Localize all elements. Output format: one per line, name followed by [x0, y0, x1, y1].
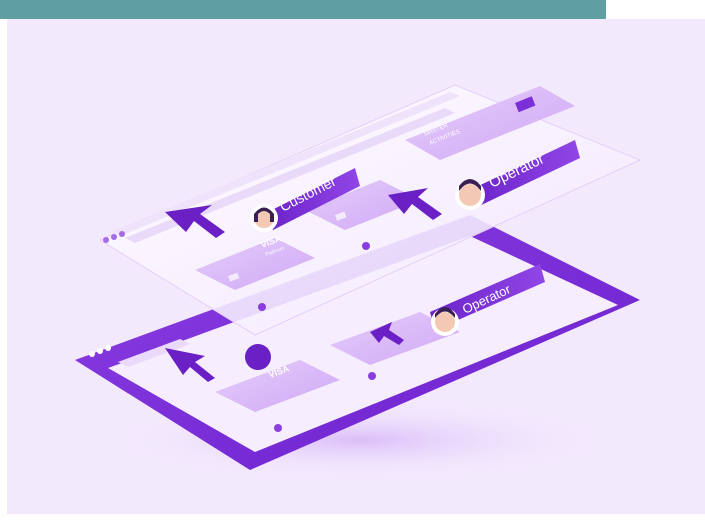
window-dot[interactable] — [111, 234, 117, 240]
window-dot[interactable] — [105, 345, 111, 351]
back-customer-avatar — [245, 344, 271, 370]
window-dot[interactable] — [119, 231, 125, 237]
screenshot-frame: VISA Operator VISA Platinum MASTER ACTIV… — [0, 0, 705, 520]
co-browsing-illustration: VISA Operator VISA Platinum MASTER ACTIV… — [75, 84, 642, 480]
window-dot[interactable] — [103, 237, 109, 243]
window-dot[interactable] — [97, 348, 103, 354]
window-dot[interactable] — [89, 351, 95, 357]
